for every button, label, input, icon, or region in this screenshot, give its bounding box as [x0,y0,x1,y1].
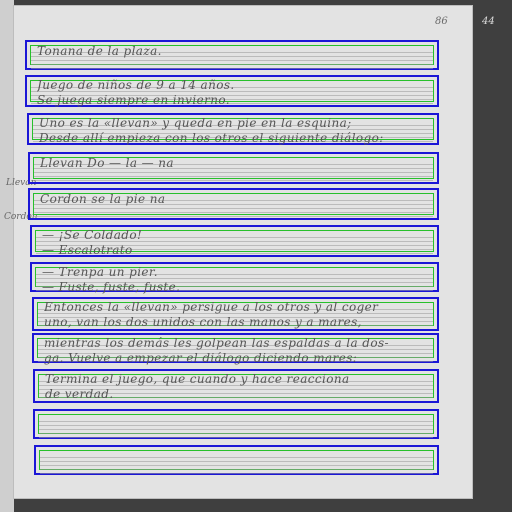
handwritten-line: Juego de niños de 9 a 14 años. Se juega s… [37,78,235,107]
text-line-region[interactable] [33,409,439,439]
text-line-region[interactable]: mientras los demás les golpean las espal… [32,333,439,365]
handwritten-line: Uno es la «llevan» y queda en pie en la … [39,116,384,145]
music-staff [40,454,433,474]
text-line-region[interactable]: — Trenpa un pier. — Fuste, fuste, fuste. [30,262,439,294]
handwritten-line: Llevan Do — la — na [40,156,174,170]
music-staff [39,418,433,438]
handwritten-line: Tonana de la plaza. [37,44,162,58]
text-line-region[interactable]: Entonces la «llevan» persigue a los otro… [32,297,439,331]
handwritten-line: Cordon se la pie na [40,192,166,206]
text-line-region[interactable]: Juego de niños de 9 a 14 años. Se juega s… [25,75,439,107]
text-line-region[interactable]: Cordon se la pie na [28,188,439,220]
text-line-region[interactable]: Termina el juego, que cuando y hace reac… [33,369,439,403]
handwritten-line: Entonces la «llevan» persigue a los otro… [44,300,379,329]
handwritten-line: mientras los demás les golpean las espal… [44,336,389,365]
handwritten-line: — ¡Se Coldado! — Escalotrato [42,228,143,257]
text-line-region[interactable]: Tonana de la plaza. [25,40,439,70]
text-line-region[interactable]: Uno es la «llevan» y queda en pie en la … [27,113,439,145]
page-number-right: 44 [482,16,495,27]
page-number: 86 [435,16,448,27]
handwritten-line: — Trenpa un pier. — Fuste, fuste, fuste. [42,265,181,294]
handwritten-line: Termina el juego, que cuando y hace reac… [45,372,350,401]
text-line-region[interactable] [34,445,439,475]
page-edge [0,0,14,512]
text-line-region[interactable]: — ¡Se Coldado! — Escalotrato [30,225,439,257]
text-line-region[interactable]: Llevan Do — la — na [28,152,439,184]
